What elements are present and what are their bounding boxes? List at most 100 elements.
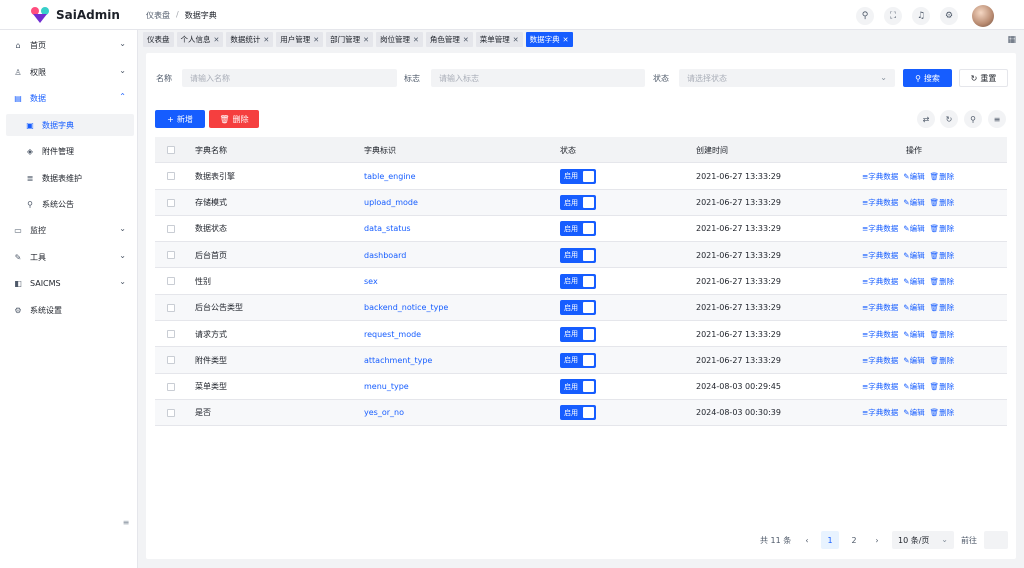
- dict-data-link[interactable]: ≡字典数据: [862, 250, 898, 261]
- close-icon[interactable]: ✕: [363, 36, 369, 44]
- status-switch[interactable]: 启用: [560, 405, 596, 421]
- delete-link[interactable]: 🗑删除: [930, 407, 955, 418]
- edit-link[interactable]: ✎编辑: [903, 171, 924, 182]
- status-switch[interactable]: 启用: [560, 352, 596, 368]
- next-page-icon[interactable]: ›: [868, 531, 886, 549]
- sidebar-item-monitor[interactable]: ▭ 监控 ⌄: [6, 219, 134, 241]
- row-checkbox[interactable]: [167, 303, 175, 312]
- code-search-input[interactable]: 请输入标志: [431, 69, 645, 87]
- sidebar-item-attachments[interactable]: ◈ 附件管理: [6, 140, 134, 162]
- swap-icon[interactable]: ⇄: [917, 110, 935, 128]
- edit-link[interactable]: ✎编辑: [903, 381, 924, 392]
- dict-data-link[interactable]: ≡字典数据: [862, 355, 898, 366]
- status-switch[interactable]: 启用: [560, 221, 596, 237]
- delete-link[interactable]: 🗑删除: [930, 250, 955, 261]
- sidebar-item-saicms[interactable]: ◧ SAICMS ⌄: [6, 272, 134, 294]
- tab-profile[interactable]: 个人信息 ✕: [176, 32, 224, 47]
- delete-link[interactable]: 🗑删除: [930, 302, 955, 313]
- close-icon[interactable]: ✕: [263, 36, 269, 44]
- edit-link[interactable]: ✎编辑: [903, 329, 924, 340]
- status-switch[interactable]: 启用: [560, 168, 596, 184]
- status-select[interactable]: 请选择状态 ⌄: [679, 69, 895, 87]
- tab-users[interactable]: 用户管理 ✕: [276, 32, 324, 47]
- delete-link[interactable]: 🗑删除: [930, 276, 955, 287]
- sidebar-item-tables[interactable]: ≣ 数据表维护: [6, 167, 134, 189]
- row-checkbox[interactable]: [167, 172, 175, 181]
- row-checkbox[interactable]: [167, 408, 175, 417]
- delete-link[interactable]: 🗑删除: [930, 355, 955, 366]
- dict-data-link[interactable]: ≡字典数据: [862, 197, 898, 208]
- status-switch[interactable]: 启用: [560, 300, 596, 316]
- tab-dashboard[interactable]: 仪表盘: [143, 32, 174, 47]
- sidebar-item-data[interactable]: ▤ 数据 ⌃: [6, 87, 134, 109]
- tab-dictionary[interactable]: 数据字典 ✕: [525, 32, 573, 47]
- row-checkbox[interactable]: [167, 277, 175, 286]
- dict-data-link[interactable]: ≡字典数据: [862, 276, 898, 287]
- dict-data-link[interactable]: ≡字典数据: [862, 407, 898, 418]
- grid-menu-icon[interactable]: ▦: [1007, 35, 1016, 45]
- edit-link[interactable]: ✎编辑: [903, 355, 924, 366]
- settings-icon[interactable]: ⚙: [940, 7, 958, 25]
- sidebar-item-permission[interactable]: ♙ 权限 ⌄: [6, 61, 134, 83]
- edit-link[interactable]: ✎编辑: [903, 250, 924, 261]
- add-button[interactable]: + 新增: [155, 110, 205, 128]
- avatar[interactable]: [972, 5, 994, 27]
- breadcrumb-home[interactable]: 仪表盘: [146, 10, 170, 21]
- close-icon[interactable]: ✕: [313, 36, 319, 44]
- dict-data-link[interactable]: ≡字典数据: [862, 302, 898, 313]
- columns-icon[interactable]: ≡: [988, 110, 1006, 128]
- close-icon[interactable]: ✕: [563, 36, 569, 44]
- dict-data-link[interactable]: ≡字典数据: [862, 223, 898, 234]
- sidebar-item-home[interactable]: ⌂ 首页 ⌄: [6, 34, 134, 56]
- status-switch[interactable]: 启用: [560, 247, 596, 263]
- refresh-icon[interactable]: ↻: [940, 110, 958, 128]
- delete-button[interactable]: 🗑 删除: [209, 110, 259, 128]
- row-checkbox[interactable]: [167, 224, 175, 233]
- row-checkbox[interactable]: [167, 356, 175, 365]
- select-all-checkbox[interactable]: [167, 146, 175, 154]
- row-checkbox[interactable]: [167, 382, 175, 391]
- search-icon[interactable]: ⚲: [856, 7, 874, 25]
- sidebar-item-dictionary[interactable]: ▣ 数据字典: [6, 114, 134, 136]
- prev-page-icon[interactable]: ‹: [798, 531, 816, 549]
- status-switch[interactable]: 启用: [560, 195, 596, 211]
- edit-link[interactable]: ✎编辑: [903, 302, 924, 313]
- status-switch[interactable]: 启用: [560, 326, 596, 342]
- app-logo[interactable]: SaiAdmin: [30, 5, 120, 25]
- tab-roles[interactable]: 角色管理 ✕: [425, 32, 473, 47]
- fullscreen-icon[interactable]: ⛶: [884, 7, 902, 25]
- sidebar-item-notices[interactable]: ⚲ 系统公告: [6, 193, 134, 215]
- close-icon[interactable]: ✕: [413, 36, 419, 44]
- sidebar-item-tools[interactable]: ✎ 工具 ⌄: [6, 246, 134, 268]
- page-1-button[interactable]: 1: [821, 531, 839, 549]
- collapse-menu-icon[interactable]: ≡: [120, 518, 132, 530]
- status-switch[interactable]: 启用: [560, 273, 596, 289]
- row-checkbox[interactable]: [167, 198, 175, 207]
- tab-posts[interactable]: 岗位管理 ✕: [376, 32, 423, 47]
- close-icon[interactable]: ✕: [463, 36, 469, 44]
- page-2-button[interactable]: 2: [845, 531, 863, 549]
- delete-link[interactable]: 🗑删除: [930, 223, 955, 234]
- search-icon[interactable]: ⚲: [964, 110, 982, 128]
- close-icon[interactable]: ✕: [214, 36, 220, 44]
- delete-link[interactable]: 🗑删除: [930, 381, 955, 392]
- tab-departments[interactable]: 部门管理 ✕: [326, 32, 373, 47]
- close-icon[interactable]: ✕: [513, 36, 519, 44]
- status-switch[interactable]: 启用: [560, 379, 596, 395]
- goto-page-input[interactable]: [984, 531, 1008, 549]
- search-button[interactable]: ⚲ 搜索: [903, 69, 952, 87]
- dict-data-link[interactable]: ≡字典数据: [862, 381, 898, 392]
- sidebar-item-settings[interactable]: ⚙ 系统设置: [6, 299, 134, 321]
- delete-link[interactable]: 🗑删除: [930, 171, 955, 182]
- bell-icon[interactable]: ♫: [912, 7, 930, 25]
- row-checkbox[interactable]: [167, 330, 175, 339]
- page-size-select[interactable]: 10 条/页 ⌄: [892, 531, 954, 549]
- delete-link[interactable]: 🗑删除: [930, 197, 955, 208]
- dict-data-link[interactable]: ≡字典数据: [862, 329, 898, 340]
- edit-link[interactable]: ✎编辑: [903, 276, 924, 287]
- edit-link[interactable]: ✎编辑: [903, 197, 924, 208]
- dict-data-link[interactable]: ≡字典数据: [862, 171, 898, 182]
- delete-link[interactable]: 🗑删除: [930, 329, 955, 340]
- row-checkbox[interactable]: [167, 251, 175, 260]
- edit-link[interactable]: ✎编辑: [903, 223, 924, 234]
